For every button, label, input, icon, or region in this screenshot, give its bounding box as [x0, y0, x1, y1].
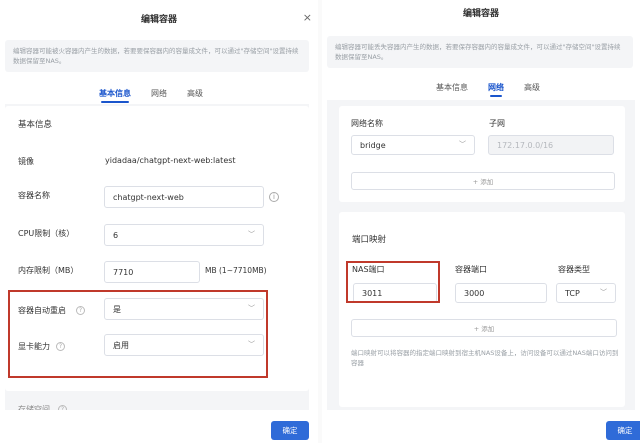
tab-advanced[interactable]: 高级	[187, 88, 203, 103]
dialog-footer: 确定	[322, 410, 640, 443]
network-name-select[interactable]: bridge ﹀	[351, 135, 475, 155]
info-banner: 编辑容器可能丢失容器内产生的数据，若要保存容器内的容量成文件，可以通过"存储空间…	[327, 36, 633, 68]
info-banner: 编辑容器可能被火容器内产生的数据，若要要保容器内的容量成文件，可以通过"存储空间…	[5, 40, 309, 72]
add-network-button[interactable]: + 添加	[351, 172, 615, 190]
tab-basic-info[interactable]: 基本信息	[99, 88, 131, 103]
network-name-value: bridge	[360, 140, 386, 150]
tab-network[interactable]: 网络	[151, 88, 167, 103]
highlight-box	[346, 261, 440, 303]
container-type-label: 容器类型	[558, 265, 590, 274]
cpu-value: 6	[113, 230, 119, 240]
port-mapping-note: 端口映射可以将容器的指定端口映射到宿主机NAS设备上，访问设备可以通过NAS端口…	[351, 349, 619, 367]
confirm-button[interactable]: 确定	[271, 421, 309, 440]
container-type-value: TCP	[565, 288, 580, 298]
container-port-value: 3000	[464, 288, 485, 298]
dialog-footer: 确定	[0, 410, 318, 443]
port-mapping-title: 端口映射	[352, 235, 387, 245]
container-type-select[interactable]: TCP ﹀	[556, 283, 616, 303]
tab-bar: 基本信息 网络 高级	[436, 82, 540, 97]
subnet-label: 子网	[489, 119, 505, 128]
section-title: 基本信息	[18, 120, 53, 130]
edit-container-dialog-basic: 编辑容器 × 编辑容器可能被火容器内产生的数据，若要要保容器内的容量成文件，可以…	[0, 0, 318, 443]
subnet-value: 172.17.0.0/16	[497, 140, 554, 150]
chevron-down-icon: ﹀	[459, 140, 466, 149]
subnet-input: 172.17.0.0/16	[488, 135, 614, 155]
memory-input[interactable]: 7710	[104, 261, 200, 283]
tab-advanced[interactable]: 高级	[524, 82, 540, 97]
chevron-down-icon: ﹀	[248, 230, 255, 239]
tab-basic-info[interactable]: 基本信息	[436, 82, 468, 97]
image-label: 镜像	[18, 157, 34, 166]
highlight-box	[8, 290, 268, 378]
container-name-label: 容器名称	[18, 191, 50, 200]
memory-value: 7710	[113, 267, 134, 277]
close-icon[interactable]: ×	[303, 11, 312, 24]
tab-bar: 基本信息 网络 高级	[99, 88, 203, 103]
confirm-button[interactable]: 确定	[606, 421, 640, 440]
cpu-label: CPU限制（核）	[18, 229, 75, 238]
info-icon[interactable]: i	[269, 192, 279, 202]
memory-unit-hint: MB (1~7710MB)	[205, 266, 267, 275]
chevron-down-icon: ﹀	[600, 288, 607, 297]
memory-label: 内存限制（MB）	[18, 266, 79, 275]
dialog-title: 编辑容器	[462, 9, 499, 19]
container-name-value: chatgpt-next-web	[113, 192, 184, 202]
container-name-input[interactable]: chatgpt-next-web	[104, 186, 264, 208]
image-value: yidadaa/chatgpt-next-web:latest	[105, 156, 236, 165]
add-port-button[interactable]: + 添加	[351, 319, 617, 337]
tab-network[interactable]: 网络	[488, 82, 504, 97]
dialog-title: 编辑容器	[140, 15, 177, 25]
container-port-label: 容器端口	[455, 265, 487, 274]
cpu-select[interactable]: 6 ﹀	[104, 224, 264, 246]
network-name-label: 网络名称	[351, 119, 383, 128]
container-port-input[interactable]: 3000	[455, 283, 547, 303]
edit-container-dialog-network: 编辑容器 编辑容器可能丢失容器内产生的数据，若要保存容器内的容量成文件，可以通过…	[322, 0, 640, 443]
